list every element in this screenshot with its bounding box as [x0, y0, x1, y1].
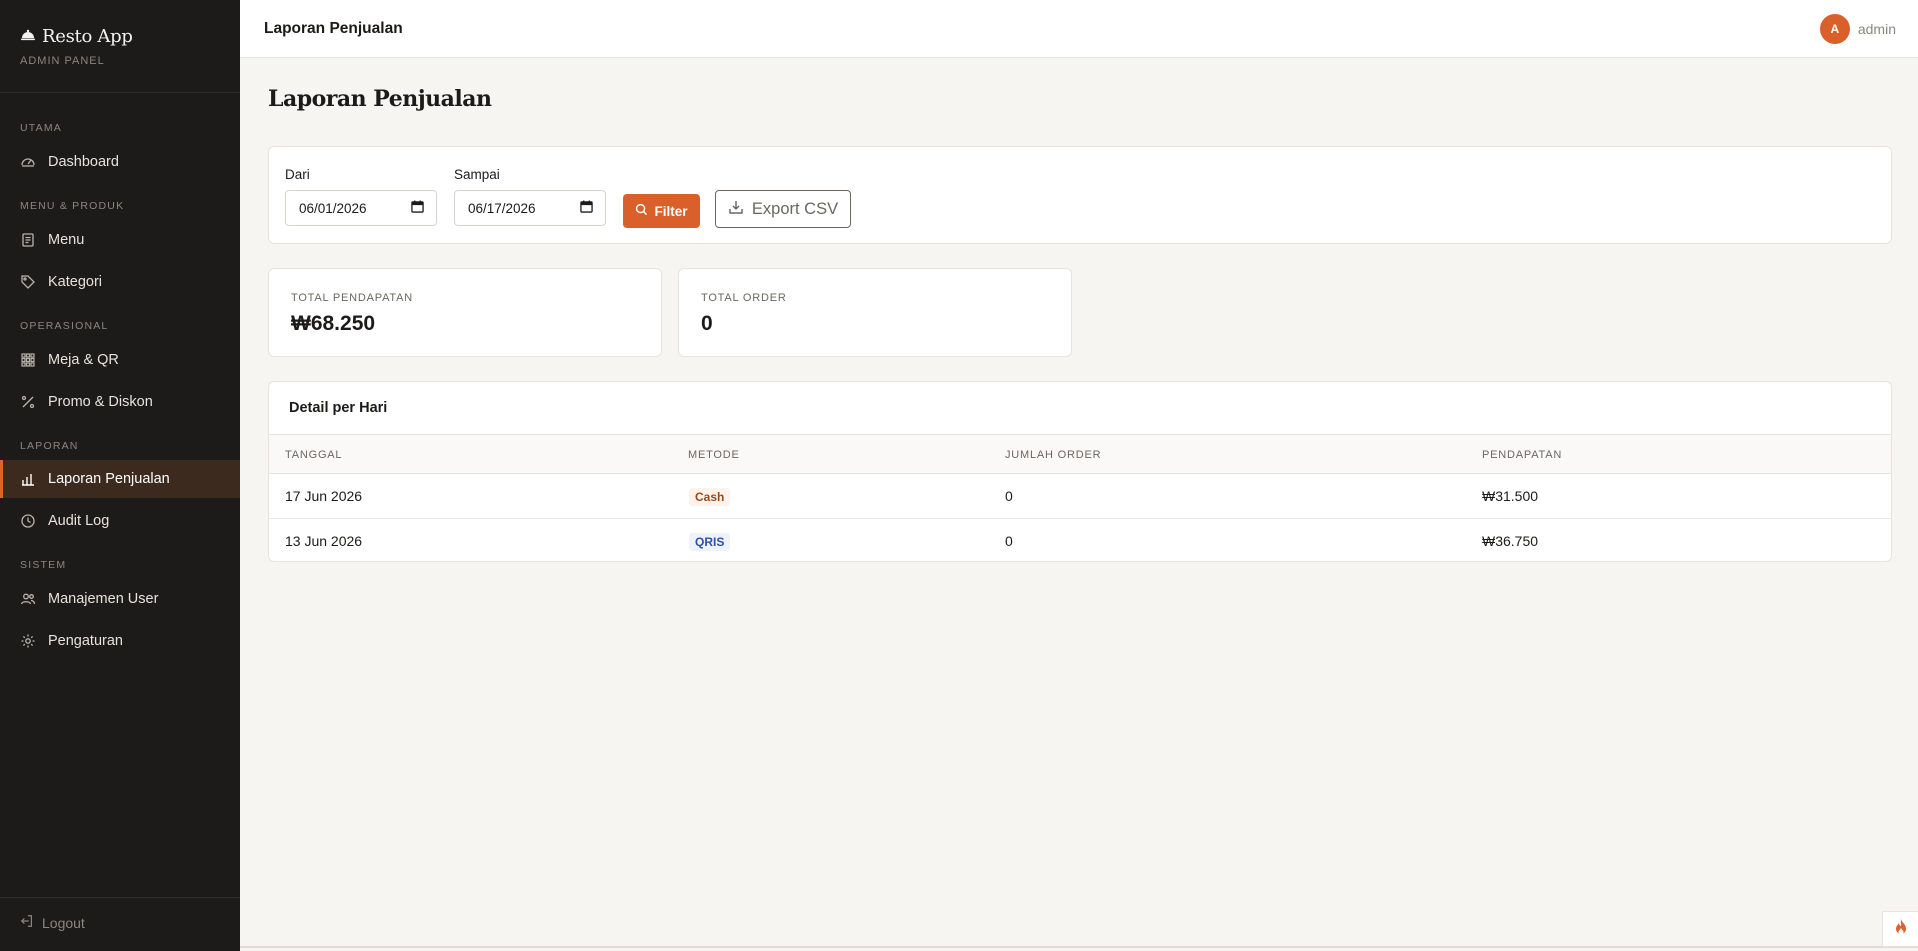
export-csv-button[interactable]: Export CSV — [715, 190, 851, 228]
bar-chart-icon — [20, 471, 36, 487]
brand-name: Resto App — [42, 26, 133, 47]
to-date-input[interactable]: 06/17/2026 — [454, 190, 606, 226]
sidebar-item-label: Dashboard — [48, 154, 119, 170]
table-row: 13 Jun 2026 QRIS 0 ₩36.750 — [269, 519, 1891, 561]
cell-date: 17 Jun 2026 — [285, 488, 363, 504]
cell-orders: 0 — [1005, 488, 1013, 504]
calendar-icon[interactable] — [411, 200, 424, 216]
daily-detail-table: Detail per Hari TANGGAL METODE JUMLAH OR… — [268, 381, 1892, 562]
sidebar-item-meja-qr[interactable]: Meja & QR — [0, 341, 240, 379]
dish-icon — [20, 26, 36, 47]
sidebar-item-label: Menu — [48, 232, 85, 248]
calendar-icon[interactable] — [580, 200, 593, 216]
column-header-tanggal: TANGGAL — [285, 449, 343, 461]
cell-date: 13 Jun 2026 — [285, 533, 363, 549]
sidebar-item-label: Audit Log — [48, 513, 110, 529]
sidebar-item-kategori[interactable]: Kategori — [0, 263, 240, 301]
stat-card-total-revenue: TOTAL PENDAPATAN ₩68.250 — [268, 268, 662, 357]
to-label: Sampai — [454, 167, 500, 182]
brand-subtitle: ADMIN PANEL — [20, 55, 105, 67]
from-date-value: 06/01/2026 — [299, 200, 367, 216]
sidebar-item-dashboard[interactable]: Dashboard — [0, 143, 240, 181]
menu-book-icon — [20, 232, 36, 248]
logout-button[interactable]: Logout — [0, 897, 240, 947]
avatar: A — [1819, 13, 1850, 44]
sidebar-item-label: Manajemen User — [48, 591, 159, 607]
stat-value: 0 — [701, 312, 713, 335]
filter-card: Dari 06/01/2026 Sampai 06/17/2026 Filter… — [268, 146, 1892, 244]
search-icon — [635, 203, 648, 219]
section-label-operasional: OPERASIONAL — [20, 320, 109, 332]
sidebar-item-label: Promo & Diskon — [48, 394, 153, 410]
column-header-jumlah-order: JUMLAH ORDER — [1005, 449, 1102, 461]
flame-button[interactable] — [1882, 911, 1918, 947]
sidebar-item-promo[interactable]: Promo & Diskon — [0, 383, 240, 421]
username: admin — [1857, 20, 1896, 37]
gauge-icon — [20, 154, 36, 170]
sidebar-item-audit-log[interactable]: Audit Log — [0, 502, 240, 540]
from-date-input[interactable]: 06/01/2026 — [285, 190, 437, 226]
bottom-rule — [240, 946, 1918, 948]
page-title: Laporan Penjualan — [268, 86, 492, 112]
filter-button[interactable]: Filter — [623, 194, 700, 228]
stat-card-total-order: TOTAL ORDER 0 — [678, 268, 1072, 357]
cell-revenue: ₩36.750 — [1482, 533, 1539, 549]
column-header-pendapatan: PENDAPATAN — [1482, 449, 1563, 461]
stat-label: TOTAL PENDAPATAN — [291, 292, 414, 304]
sidebar-item-manajemen-user[interactable]: Manajemen User — [0, 580, 240, 618]
gear-icon — [20, 633, 36, 649]
sidebar-item-label: Meja & QR — [48, 352, 119, 368]
section-label-menu-produk: MENU & PRODUK — [20, 200, 125, 212]
table-title: Detail per Hari — [289, 400, 388, 416]
user-menu[interactable]: A admin — [1819, 13, 1896, 44]
section-label-laporan: LAPORAN — [20, 440, 79, 452]
topbar: Laporan Penjualan A admin — [240, 0, 1918, 58]
users-icon — [20, 591, 36, 607]
download-icon — [728, 199, 744, 220]
logout-icon — [20, 914, 34, 931]
sidebar-item-label: Laporan Penjualan — [48, 471, 170, 487]
brand: Resto App ADMIN PANEL — [20, 26, 133, 67]
clock-icon — [20, 513, 36, 529]
cell-revenue: ₩31.500 — [1482, 488, 1539, 504]
sidebar-item-label: Pengaturan — [48, 633, 123, 649]
sidebar-item-menu[interactable]: Menu — [0, 221, 240, 259]
cell-orders: 0 — [1005, 533, 1013, 549]
stat-value: ₩68.250 — [291, 312, 376, 335]
sidebar-item-laporan-penjualan[interactable]: Laporan Penjualan — [0, 460, 240, 498]
table-header: TANGGAL METODE JUMLAH ORDER PENDAPATAN — [269, 434, 1891, 474]
sidebar-item-label: Kategori — [48, 274, 103, 290]
table-row: 17 Jun 2026 Cash 0 ₩31.500 — [269, 474, 1891, 519]
method-badge: QRIS — [689, 533, 731, 551]
logout-label: Logout — [42, 914, 85, 931]
section-label-utama: UTAMA — [20, 122, 62, 134]
brand-title: Resto App — [20, 26, 133, 47]
topbar-title: Laporan Penjualan — [264, 19, 403, 37]
sidebar-divider — [0, 92, 240, 93]
column-header-metode: METODE — [688, 449, 740, 461]
tag-icon — [20, 274, 36, 290]
sidebar: Resto App ADMIN PANEL UTAMA Dashboard ME… — [0, 0, 240, 951]
method-badge: Cash — [689, 488, 731, 506]
export-csv-label: Export CSV — [751, 199, 839, 218]
percent-icon — [20, 394, 36, 410]
from-label: Dari — [285, 167, 310, 182]
to-date-value: 06/17/2026 — [468, 200, 536, 216]
filter-button-label: Filter — [654, 203, 688, 219]
stat-label: TOTAL ORDER — [701, 292, 787, 304]
flame-icon — [1893, 918, 1909, 941]
section-label-sistem: SISTEM — [20, 559, 67, 571]
sidebar-item-pengaturan[interactable]: Pengaturan — [0, 622, 240, 660]
qr-grid-icon — [20, 352, 36, 368]
